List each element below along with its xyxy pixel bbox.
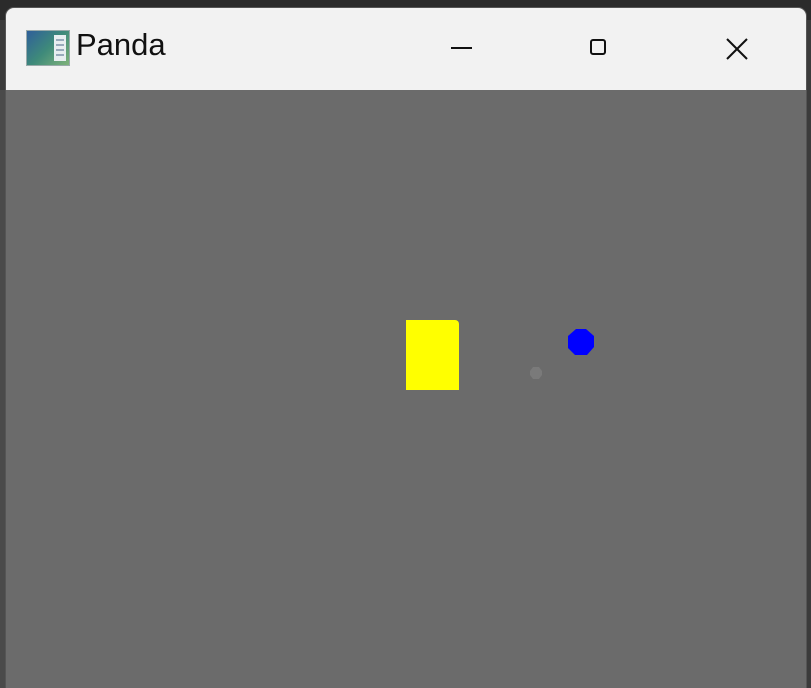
panda-window: Panda — [6, 8, 806, 688]
render-viewport[interactable] — [6, 90, 806, 688]
minimize-button[interactable] — [421, 8, 501, 88]
maximize-button[interactable] — [558, 8, 638, 88]
grey-sphere — [530, 367, 542, 379]
minimize-icon — [451, 47, 472, 49]
close-button[interactable] — [696, 8, 776, 88]
app-icon-pane — [54, 35, 66, 61]
title-bar[interactable]: Panda — [6, 8, 806, 90]
window-title: Panda — [76, 27, 166, 62]
close-icon — [726, 38, 748, 60]
maximize-icon — [590, 39, 606, 55]
blue-sphere — [568, 329, 594, 355]
panda-app-icon[interactable] — [26, 30, 70, 66]
yellow-box — [406, 320, 459, 390]
